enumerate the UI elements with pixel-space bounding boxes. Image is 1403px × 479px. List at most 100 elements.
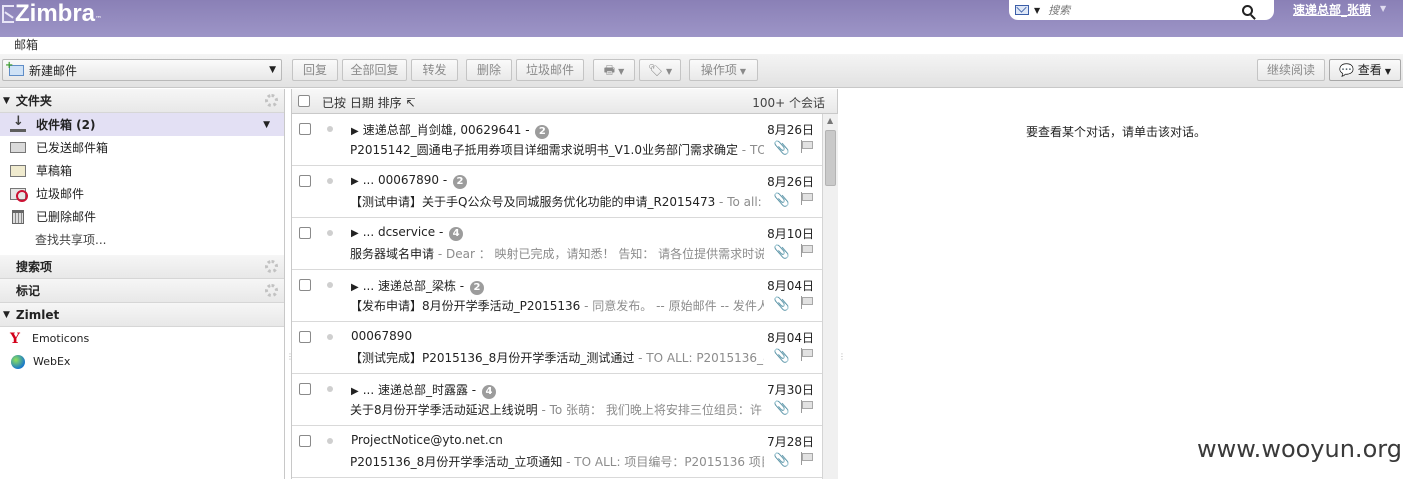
attachment-icon: 📎 bbox=[773, 141, 790, 156]
chevron-down-icon[interactable]: ▼ bbox=[1034, 6, 1040, 15]
search-input[interactable] bbox=[1048, 3, 1239, 17]
conversation-row[interactable]: ▶... dcservice - 4 8月10日 服务器域名申请 - Dear ： … bbox=[292, 218, 822, 270]
refresh-icon[interactable]: ↻ bbox=[1372, 34, 1385, 53]
toolbar: 新建邮件 ▼ 回复 全部回复 转发 删除 垃圾邮件 🖶▼ 🏷▼ 操作项▼ 继续阅… bbox=[0, 54, 1403, 88]
sender-text: 速递总部_肖剑雄, 00629641 - bbox=[362, 123, 530, 137]
message-fragment: - To all: 鲍 bbox=[719, 195, 764, 209]
tab-briefcase[interactable]: 公文包 bbox=[232, 37, 296, 54]
reply-button[interactable]: 回复 bbox=[292, 59, 338, 81]
row-checkbox[interactable] bbox=[299, 227, 311, 239]
gear-icon[interactable] bbox=[265, 260, 278, 273]
zimlet-webex[interactable]: WebEx bbox=[0, 350, 284, 373]
read-status-dot[interactable] bbox=[327, 178, 333, 184]
subject-text: P2015142_圆通电子抵用券项目详细需求说明书_V1.0业务部门需求确定 bbox=[350, 143, 738, 157]
folders-header[interactable]: ▼ 文件夹 bbox=[0, 89, 284, 113]
delete-button[interactable]: 删除 bbox=[466, 59, 512, 81]
conversation-row[interactable]: ▶... 速递总部_梁栋 - 2 8月04日 【发布申请】8月份开学季活动_P201… bbox=[292, 270, 822, 322]
expand-triangle-icon[interactable]: ▶ bbox=[351, 176, 359, 187]
flag-icon[interactable] bbox=[800, 244, 813, 257]
tab-mail[interactable]: 邮箱 bbox=[0, 37, 53, 54]
zimlet-header[interactable]: ▼ Zimlet bbox=[0, 303, 284, 327]
actions-label: 操作项 bbox=[700, 63, 737, 77]
folder-inbox[interactable]: 收件箱 (2) ▼ bbox=[0, 113, 284, 136]
message-fragment: - TO ALL: P2015136_8月份 bbox=[638, 351, 764, 365]
subject-text: 服务器域名申请 bbox=[350, 247, 435, 261]
row-checkbox[interactable] bbox=[299, 383, 311, 395]
conversation-row[interactable]: ▶... 速递总部_时露露 - 4 7月30日 关于8月份开学季活动延迟上线说明 -… bbox=[292, 374, 822, 426]
reply-all-button[interactable]: 全部回复 bbox=[342, 59, 407, 81]
zimbra-logo[interactable]: Zimbra ™ bbox=[2, 0, 102, 27]
print-button[interactable]: 🖶 ▼ bbox=[593, 59, 635, 81]
row-checkbox[interactable] bbox=[299, 279, 311, 291]
actions-button[interactable]: 操作项 ▼ bbox=[689, 59, 758, 81]
row-checkbox[interactable] bbox=[299, 331, 311, 343]
collapse-triangle-icon[interactable]: ▼ bbox=[3, 310, 10, 320]
find-shares-link[interactable]: 查找共享项... bbox=[0, 228, 284, 251]
tab-tasks[interactable]: 任务 bbox=[180, 37, 232, 54]
sort-by-date[interactable]: 已按 日期 排序 ↸ bbox=[322, 94, 416, 111]
read-status-dot[interactable] bbox=[327, 334, 333, 340]
flag-icon[interactable] bbox=[800, 348, 813, 361]
flag-icon[interactable] bbox=[800, 400, 813, 413]
flag-icon[interactable] bbox=[800, 192, 813, 205]
forward-button[interactable]: 转发 bbox=[411, 59, 458, 81]
search-icon[interactable] bbox=[1242, 4, 1254, 16]
row-checkbox[interactable] bbox=[299, 435, 311, 447]
message-fragment: - TO ALL bbox=[741, 143, 764, 157]
zimlet-emoticons[interactable]: Y Emoticons bbox=[0, 327, 284, 350]
read-status-dot[interactable] bbox=[327, 438, 333, 444]
conversation-row[interactable]: ProjectNotice@yto.net.cn 7月28日 P2015136_8月… bbox=[292, 426, 822, 478]
conversation-row[interactable]: ▶... 00067890 - 2 8月26日 【测试申请】关于手Q公众号及同城服务… bbox=[292, 166, 822, 218]
tab-calendar[interactable]: 行事历 bbox=[116, 37, 180, 54]
expand-triangle-icon[interactable]: ▶ bbox=[351, 282, 359, 293]
folder-sent[interactable]: 已发送邮件箱 bbox=[0, 136, 284, 159]
user-menu[interactable]: 速递总部_张萌 bbox=[1293, 1, 1371, 18]
collapse-triangle-icon[interactable]: ▼ bbox=[3, 96, 10, 106]
view-button[interactable]: 💬 查看 ▼ bbox=[1329, 59, 1401, 81]
flag-icon[interactable] bbox=[800, 296, 813, 309]
flag-icon[interactable] bbox=[800, 452, 813, 465]
select-all-checkbox[interactable] bbox=[298, 95, 310, 107]
chevron-down-icon[interactable]: ▼ bbox=[1380, 4, 1386, 13]
message-count-badge: 4 bbox=[449, 227, 464, 241]
gear-icon[interactable] bbox=[265, 94, 278, 107]
tag-button[interactable]: 🏷 ▼ bbox=[639, 59, 681, 81]
read-status-dot[interactable] bbox=[327, 126, 333, 132]
scroll-thumb[interactable] bbox=[825, 130, 836, 186]
folder-label: 已删除邮件 bbox=[36, 210, 97, 224]
message-fragment: - 同意发布。 -- 原始邮件 -- 发件人: bbox=[580, 299, 764, 313]
logo-tm: ™ bbox=[95, 15, 103, 23]
row-checkbox[interactable] bbox=[299, 175, 311, 187]
read-status-dot[interactable] bbox=[327, 386, 333, 392]
folder-junk[interactable]: 垃圾邮件 bbox=[0, 182, 284, 205]
tab-preferences[interactable]: 首选项 bbox=[296, 37, 360, 54]
chevron-down-icon: ▼ bbox=[1384, 67, 1391, 76]
expand-triangle-icon[interactable]: ▶ bbox=[351, 228, 359, 239]
read-status-dot[interactable] bbox=[327, 230, 333, 236]
conversation-row[interactable]: 00067890 8月04日 【测试完成】P2015136_8月份开学季活动_测试通… bbox=[292, 322, 822, 374]
flag-icon[interactable] bbox=[800, 140, 813, 153]
tags-header[interactable]: 标记 bbox=[0, 279, 284, 303]
list-scrollbar[interactable]: ▲ bbox=[822, 114, 838, 479]
scroll-up-icon[interactable]: ▲ bbox=[827, 116, 833, 125]
view-label: 查看 bbox=[1357, 63, 1382, 77]
new-mail-button[interactable]: 新建邮件 ▼ bbox=[2, 59, 282, 81]
junk-button[interactable]: 垃圾邮件 bbox=[516, 59, 584, 81]
searches-header[interactable]: 搜索项 bbox=[0, 255, 284, 279]
folder-drafts[interactable]: 草稿箱 bbox=[0, 159, 284, 182]
tags-title: 标记 bbox=[16, 284, 41, 298]
folder-trash[interactable]: 已删除邮件 bbox=[0, 205, 284, 228]
gear-icon[interactable] bbox=[265, 284, 278, 297]
row-checkbox[interactable] bbox=[299, 123, 311, 135]
read-status-dot[interactable] bbox=[327, 282, 333, 288]
message-date: 8月10日 bbox=[767, 227, 814, 241]
expand-triangle-icon[interactable]: ▶ bbox=[351, 386, 359, 397]
tab-contacts[interactable]: 地址簿 bbox=[52, 37, 116, 54]
continue-reading-button[interactable]: 继续阅读 bbox=[1257, 59, 1325, 81]
mail-search-type-icon[interactable] bbox=[1015, 5, 1029, 15]
chevron-down-icon[interactable]: ▼ bbox=[263, 120, 270, 130]
conversation-row[interactable]: ▶ 速递总部_肖剑雄, 00629641 - 2 8月26日 P2015142_圆通电… bbox=[292, 114, 822, 166]
chevron-down-icon[interactable]: ▼ bbox=[269, 65, 276, 75]
expand-triangle-icon[interactable]: ▶ bbox=[351, 126, 359, 137]
message-count-badge: 2 bbox=[535, 125, 550, 139]
